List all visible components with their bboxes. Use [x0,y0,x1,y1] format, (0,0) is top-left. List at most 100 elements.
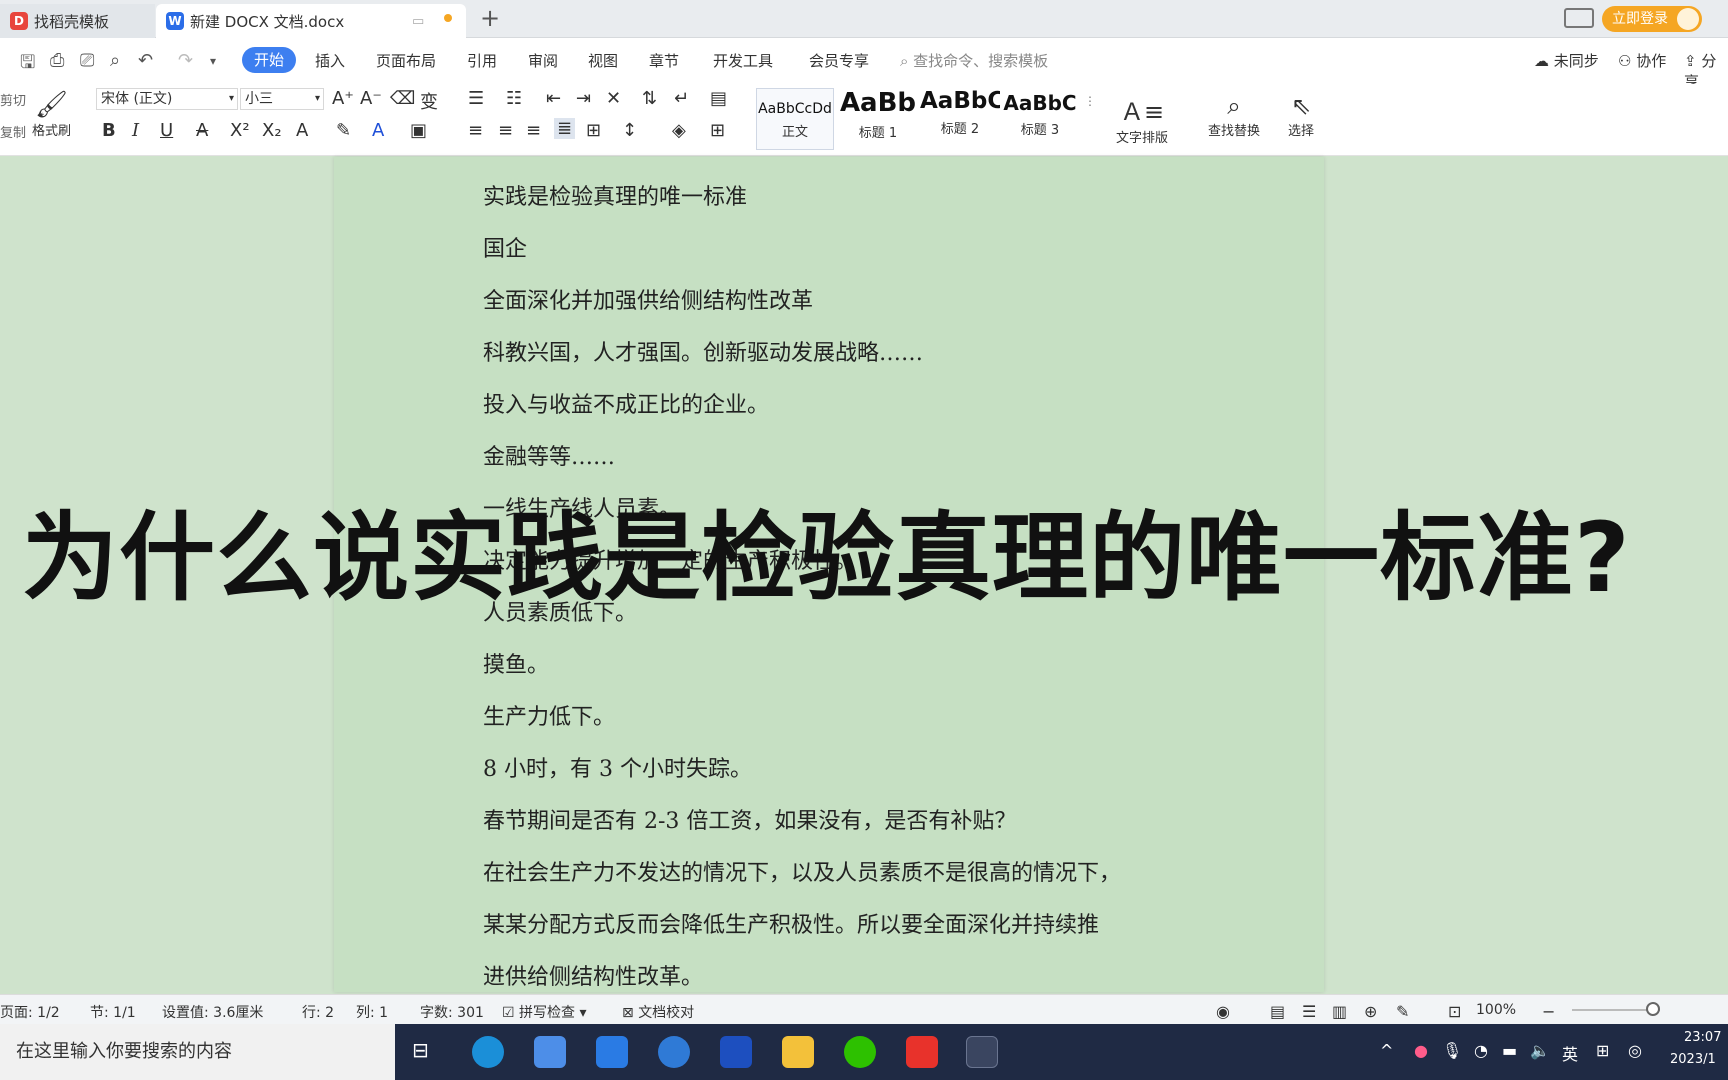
paragraph[interactable]: 实践是检验真理的唯一标准 [483,179,747,211]
chinese-layout-icon[interactable]: ✕ [606,88,621,109]
shrink-font-icon[interactable]: A⁻ [360,88,382,109]
superscript-icon[interactable]: X² [230,120,250,141]
paragraph[interactable]: 全面深化并加强供给侧结构性改革 [483,283,813,315]
paragraph[interactable]: 国企 [483,231,527,263]
taskbar-search[interactable]: 在这里输入你要搜索的内容 [0,1024,395,1080]
edge-icon[interactable] [472,1036,504,1068]
line-spacing-icon[interactable]: ↕ [622,120,637,141]
collaborate-button[interactable]: ⚇ 协作 [1618,50,1666,71]
store-icon[interactable] [534,1036,566,1068]
distribute-icon[interactable]: ⊞ [586,120,601,141]
tab-section[interactable]: 章节 [649,50,679,71]
notification-icon[interactable]: ◎ [1628,1041,1642,1060]
sync-button[interactable]: ☁ 未同步 [1534,50,1599,71]
paragraph[interactable]: 春节期间是否有 2-3 倍工资，如果没有，是否有补贴？ [483,803,1016,835]
eye-protection-icon[interactable]: ◉ [1216,1002,1230,1021]
grow-font-icon[interactable]: A⁺ [332,88,354,109]
clear-format-icon[interactable]: ⌫ [390,88,415,109]
font-family-select[interactable]: 宋体 (正文) ▾ [96,88,238,110]
find-replace-button[interactable]: ⌕ 查找替换 [1208,92,1260,139]
redo-icon[interactable]: ↷ [178,50,193,71]
paragraph[interactable]: 科教兴国，人才强国。创新驱动发展战略…… [483,335,923,367]
borders-icon[interactable]: ⊞ [710,120,725,141]
indent-icon[interactable]: ⇥ [576,88,591,109]
align-center-icon[interactable]: ≡ [498,120,513,141]
reading-view-icon[interactable]: ▥ [1332,1002,1347,1021]
tab-review[interactable]: 审阅 [528,50,558,71]
font-size-select[interactable]: 小三 ▾ [240,88,324,110]
tab-member[interactable]: 会员专享 [809,50,869,71]
clock-time[interactable]: 23:07 [1684,1030,1721,1045]
ie-icon[interactable] [658,1036,690,1068]
task-view-icon[interactable]: ⊟ [412,1038,429,1062]
presentation-icon[interactable] [720,1036,752,1068]
select-button[interactable]: ⇖ 选择 [1288,92,1314,139]
italic-icon[interactable]: I [132,120,139,141]
justify-icon[interactable]: ≣ [554,118,576,139]
chevron-down-icon[interactable]: ▾ [210,54,216,68]
style-heading-1[interactable]: AaBb 标题 1 [838,88,918,150]
status-words[interactable]: 字数: 301 [420,1002,484,1022]
zoom-out-icon[interactable]: − [1542,1002,1555,1021]
undo-icon[interactable]: ↶ [138,50,153,71]
command-search[interactable]: ⌕ 查找命令、搜索模板 [900,50,1048,71]
proofread-button[interactable]: ⊠ 文档校对 [622,1002,694,1022]
tab-references[interactable]: 引用 [467,50,497,71]
web-view-icon[interactable]: ⊕ [1364,1002,1377,1021]
tray-expand-icon[interactable]: ^ [1380,1041,1393,1060]
export-icon[interactable]: ⎙ [50,50,64,71]
volume-icon[interactable]: 🔈 [1530,1041,1550,1060]
network-icon[interactable]: ◔ [1474,1041,1488,1060]
wechat-icon[interactable] [844,1036,876,1068]
text-layout-button[interactable]: Ａ≡ 文字排版 [1116,92,1168,146]
cut-button[interactable]: 剪切 [0,90,26,109]
paragraph[interactable]: 投入与收益不成正比的企业。 [483,387,769,419]
outdent-icon[interactable]: ⇤ [546,88,561,109]
paragraph[interactable]: 在社会生产力不发达的情况下，以及人员素质不是很高的情况下， [483,855,1121,887]
zoom-slider-handle[interactable] [1646,1002,1660,1016]
input-language[interactable]: 英 [1562,1041,1578,1065]
monitor-icon[interactable]: ▭ [412,14,424,29]
paragraph[interactable]: 8 小时，有 3 个小时失踪。 [483,751,752,783]
style-normal[interactable]: AaBbCcDd 正文 [756,88,834,150]
zoom-level[interactable]: 100% [1476,1002,1516,1018]
fit-page-icon[interactable]: ⊡ [1448,1002,1461,1021]
microphone-icon[interactable]: 🎙 [1442,1041,1462,1060]
sort-icon[interactable]: ⇅ [642,88,657,109]
paragraph[interactable]: 摸鱼。 [483,647,549,679]
style-heading-3[interactable]: AaBbC 标题 3 [1000,88,1080,150]
preview-icon[interactable]: ⌕ [110,50,120,71]
numbering-icon[interactable]: ☷ [506,88,522,109]
align-right-icon[interactable]: ≡ [526,120,541,141]
text-effect-icon[interactable]: A [296,120,308,141]
align-left-icon[interactable]: ≡ [468,120,483,141]
outline-view-icon[interactable]: ☰ [1302,1002,1316,1021]
tab-developer[interactable]: 开发工具 [713,50,773,71]
shading-icon[interactable]: ◈ [672,120,686,141]
format-painter-button[interactable]: 🖌 格式刷 [32,90,71,139]
tab-document[interactable]: W 新建 DOCX 文档.docx ▭ [156,4,466,38]
tab-template[interactable]: D 找稻壳模板 [0,4,155,38]
paragraph[interactable]: 某某分配方式反而会降低生产积极性。所以要全面深化并持续推 [483,907,1099,939]
show-marks-icon[interactable]: ↵ [674,88,689,109]
login-button[interactable]: 立即登录 [1602,6,1702,32]
tray-app-icon[interactable]: ● [1414,1041,1428,1060]
char-border-icon[interactable]: ▣ [410,120,427,141]
wps-icon[interactable] [906,1036,938,1068]
new-tab-button[interactable]: + [480,4,500,32]
tab-page-layout[interactable]: 页面布局 [376,50,436,71]
paragraph[interactable]: 进供给侧结构性改革。 [483,959,703,991]
bullets-icon[interactable]: ☰ [468,88,484,109]
window-layout-icon[interactable] [1564,8,1594,28]
subscript-icon[interactable]: X₂ [262,120,282,141]
paragraph[interactable]: 生产力低下。 [483,699,615,731]
paragraph[interactable]: 金融等等…… [483,439,615,471]
write-mode-icon[interactable]: ✎ [1396,1002,1409,1021]
bold-icon[interactable]: B [102,120,116,141]
page-view-icon[interactable]: ▤ [1270,1002,1285,1021]
status-page[interactable]: 页面: 1/2 [0,1002,60,1022]
file-explorer-icon[interactable] [782,1036,814,1068]
underline-icon[interactable]: U [160,120,173,141]
font-color-icon[interactable]: A [372,120,384,141]
tab-home[interactable]: 开始 [242,47,296,73]
